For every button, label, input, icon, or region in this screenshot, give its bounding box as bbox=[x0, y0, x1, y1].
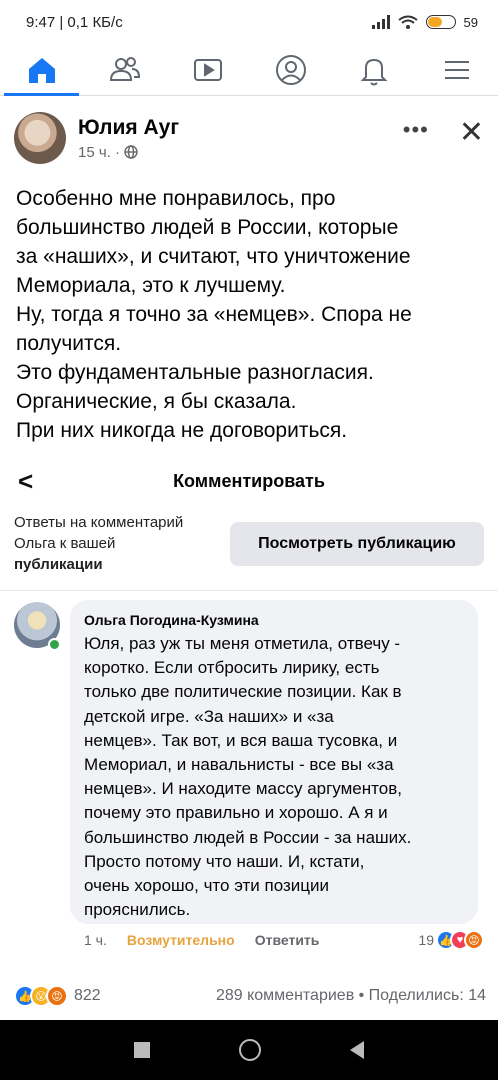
comment-line: только две политические позиции. Как в bbox=[84, 682, 402, 702]
post-stats: 👍 😮 😡 822 289 комментариев • Поделились:… bbox=[14, 984, 486, 1008]
home-button[interactable] bbox=[238, 1039, 261, 1061]
post-line: Особенно мне понравилось, про bbox=[16, 187, 336, 210]
author-name[interactable]: Юлия Ауг bbox=[78, 116, 403, 140]
wifi-icon bbox=[397, 15, 418, 29]
post-reactions[interactable]: 👍 😮 😡 bbox=[14, 985, 68, 1007]
post-reactions-count[interactable]: 822 bbox=[74, 987, 101, 1005]
comment-bubble[interactable]: Ольга Погодина-Кузмина Юля, раз уж ты ме… bbox=[70, 600, 478, 924]
comment-line: большинство людей в России - за наших. bbox=[84, 827, 412, 847]
comment-title: Комментировать bbox=[173, 470, 325, 491]
tab-notifications[interactable] bbox=[332, 44, 415, 95]
battery-fill bbox=[427, 17, 443, 27]
friends-icon bbox=[109, 56, 140, 81]
top-nav bbox=[0, 44, 498, 96]
angry-reaction-icon: 😡 bbox=[464, 930, 484, 950]
comment-line: Просто потому что наши. И, кстати, bbox=[84, 851, 365, 871]
post-line: При них никогда не договориться. bbox=[16, 419, 348, 442]
tab-friends[interactable] bbox=[83, 44, 166, 95]
globe-icon bbox=[124, 145, 138, 159]
comment-reactions[interactable]: 👍 ♥ 😡 bbox=[436, 930, 484, 950]
profile-icon bbox=[275, 54, 306, 85]
post-line: Ну, тогда я точно за «немцев». Спора не bbox=[16, 303, 412, 326]
comment-line: детской игре. «За наших» и «за bbox=[84, 706, 334, 726]
tab-watch[interactable] bbox=[166, 44, 249, 95]
post-meta: 15 ч. · bbox=[78, 144, 403, 161]
battery-icon bbox=[425, 15, 456, 29]
comment-line: Юля, раз уж ты меня отметила, отвечу - bbox=[84, 634, 401, 653]
tab-home[interactable] bbox=[0, 44, 83, 96]
notifications-icon bbox=[360, 58, 387, 85]
post-line: Органические, я бы сказала. bbox=[16, 390, 297, 413]
view-post-button[interactable]: Посмотреть публикацию bbox=[230, 522, 484, 566]
divider bbox=[0, 590, 498, 591]
reply-button[interactable]: Ответить bbox=[255, 932, 320, 948]
commenter-name[interactable]: Ольга Погодина-Кузмина bbox=[84, 612, 464, 628]
author-block: Юлия Ауг 15 ч. · bbox=[78, 116, 403, 161]
post-line: за «наших», и считают, что уничтожение bbox=[16, 245, 411, 268]
comment-actions: 1 ч. Возмутительно Ответить 19 👍 ♥ 😡 bbox=[84, 928, 484, 952]
close-button[interactable]: ✕ bbox=[459, 115, 484, 150]
comment-reactions-count[interactable]: 19 bbox=[418, 932, 434, 948]
post-time[interactable]: 15 ч. · bbox=[78, 144, 120, 161]
angry-reaction-icon: 😡 bbox=[46, 985, 68, 1007]
reply-context-line: публикации bbox=[14, 556, 103, 573]
comment-line: немцев». И находите массу аргументов, bbox=[84, 779, 402, 799]
back-system-button[interactable] bbox=[349, 1041, 364, 1059]
comment-time[interactable]: 1 ч. bbox=[84, 932, 107, 948]
comment-line: очень хорошо, что эти позиции bbox=[84, 876, 329, 896]
back-button[interactable]: < bbox=[18, 466, 33, 497]
comment-line: Мемориал, и навальнисты - все вы «за bbox=[84, 755, 394, 775]
home-icon bbox=[28, 57, 55, 83]
comment-line: прояснились. bbox=[84, 900, 191, 920]
battery-percent: 59 bbox=[463, 14, 478, 30]
watch-icon bbox=[193, 58, 222, 81]
post-header: Юлия Ауг 15 ч. · ••• ✕ bbox=[14, 108, 484, 168]
signal-icon bbox=[371, 15, 390, 29]
post-text: Особенно мне понравилось, про большинств… bbox=[16, 184, 486, 445]
reaction-button[interactable]: Возмутительно bbox=[127, 932, 235, 948]
comment-text: Юля, раз уж ты меня отметила, отвечу - к… bbox=[84, 632, 464, 922]
online-status-dot bbox=[48, 638, 61, 651]
recents-button[interactable] bbox=[134, 1042, 151, 1058]
post-line: Мемориала, это к лучшему. bbox=[16, 274, 286, 297]
comment-line: почему это правильно и хорошо. А я и bbox=[84, 803, 388, 823]
status-time: 9:47 | 0,1 КБ/с bbox=[26, 13, 123, 31]
reply-context-line: Ответы на комментарий bbox=[14, 514, 184, 531]
reply-context-line: Ольга к вашей bbox=[14, 535, 116, 552]
post-line: большинство людей в России, которые bbox=[16, 216, 399, 239]
comments-shares-count[interactable]: 289 комментариев • Поделились: 14 bbox=[216, 987, 486, 1005]
reply-context: Ответы на комментарий Ольга к вашей публ… bbox=[14, 512, 224, 575]
status-bar: 9:47 | 0,1 КБ/с 59 bbox=[0, 0, 498, 44]
more-options-button[interactable]: ••• bbox=[403, 117, 429, 143]
comment-header: < Комментировать bbox=[0, 462, 498, 500]
comment-line: немцев». Так вот, и вся ваша тусовка, и bbox=[84, 730, 398, 750]
post-line: получится. bbox=[16, 332, 122, 355]
status-indicators: 59 bbox=[371, 14, 478, 30]
tab-menu[interactable] bbox=[415, 44, 498, 95]
menu-icon bbox=[444, 60, 469, 79]
system-nav-bar bbox=[0, 1020, 498, 1080]
comment-line: коротко. Если отбросить лирику, есть bbox=[84, 658, 380, 678]
post-line: Это фундаментальные разногласия. bbox=[16, 361, 374, 384]
author-avatar[interactable] bbox=[14, 112, 66, 164]
tab-profile[interactable] bbox=[249, 44, 332, 95]
